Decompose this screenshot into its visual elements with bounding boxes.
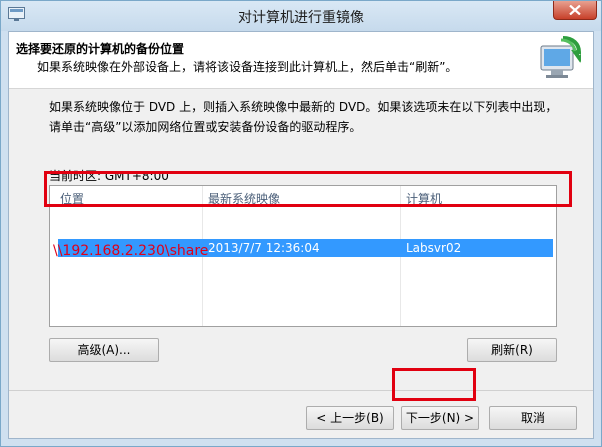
close-icon — [569, 5, 581, 15]
advanced-button[interactable]: 高级(A)... — [49, 338, 159, 362]
dialog-window: 对计算机进行重镜像 选择要还原的计算机的备份位置 如果系统映像在外部设备上，请将… — [0, 0, 602, 447]
refresh-button[interactable]: 刷新(R) — [467, 338, 557, 362]
title-bar[interactable]: 对计算机进行重镜像 — [1, 1, 601, 31]
window-title: 对计算机进行重镜像 — [238, 10, 364, 26]
dialog-body: 选择要还原的计算机的备份位置 如果系统映像在外部设备上，请将该设备连接到此计算机… — [8, 31, 594, 439]
footer-divider — [9, 390, 593, 391]
next-button[interactable]: 下一步(N) > — [401, 406, 479, 430]
row-computer: Labsvr02 — [406, 241, 462, 255]
computer-restore-icon — [537, 36, 588, 85]
wizard-header: 选择要还原的计算机的备份位置 如果系统映像在外部设备上，请将该设备连接到此计算机… — [9, 32, 593, 89]
close-button[interactable] — [553, 1, 597, 20]
instructions-text: 如果系统映像位于 DVD 上，则插入系统映像中最新的 DVD。如果该选项未在以下… — [49, 100, 558, 134]
back-button[interactable]: < 上一步(B) — [306, 406, 394, 430]
page-title: 选择要还原的计算机的备份位置 — [16, 42, 185, 56]
row-location: \\192.168.2.230\share — [53, 243, 209, 259]
cancel-button[interactable]: 取消 — [489, 406, 577, 430]
selected-row-highlight — [44, 171, 572, 207]
next-button-highlight — [392, 368, 476, 401]
page-subtitle: 如果系统映像在外部设备上，请将该设备连接到此计算机上，然后单击“刷新”。 — [37, 60, 458, 74]
row-latest-image: 2013/7/7 12:36:04 — [208, 241, 320, 255]
